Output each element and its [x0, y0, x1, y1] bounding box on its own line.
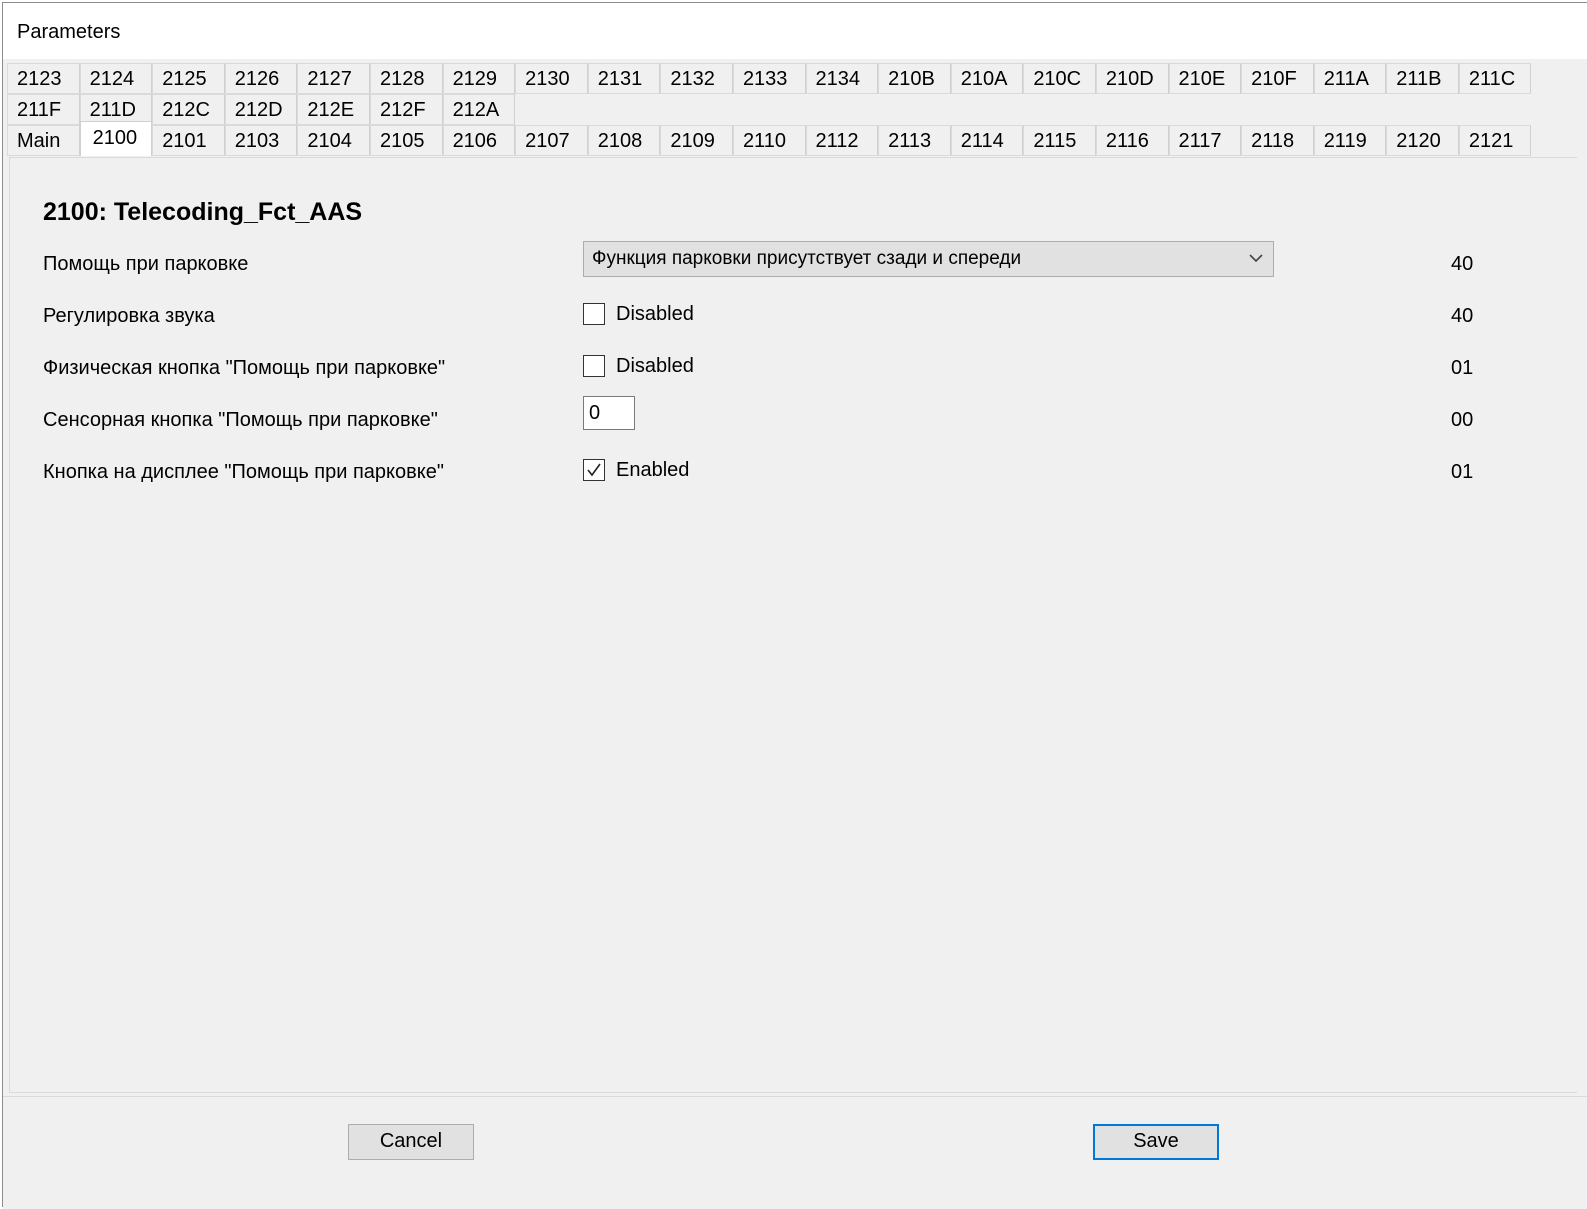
tab-2113[interactable]: 2113 — [878, 125, 951, 156]
checkbox-box[interactable] — [583, 459, 605, 481]
tab-2109[interactable]: 2109 — [660, 125, 733, 156]
tab-2120[interactable]: 2120 — [1386, 125, 1459, 156]
param-code: 01 — [1451, 357, 1474, 379]
tab-row-1: 2123 2124 2125 2126 2127 2128 2129 2130 2131 2132… — [7, 63, 1532, 94]
display-button-checkbox[interactable]: Enabled — [583, 457, 689, 483]
checkbox-label: Disabled — [616, 354, 694, 377]
tab-2123[interactable]: 2123 — [7, 63, 80, 94]
title-bar: Parameters — [3, 3, 1587, 59]
tab-210e[interactable]: 210E — [1168, 63, 1242, 94]
param-code: 40 — [1451, 253, 1474, 275]
tab-210b[interactable]: 210B — [878, 63, 951, 94]
tab-2115[interactable]: 2115 — [1023, 125, 1096, 156]
tab-2101[interactable]: 2101 — [152, 125, 225, 156]
window-title: Parameters — [17, 21, 121, 43]
tab-strip: 2123 2124 2125 2126 2127 2128 2129 2130 2131 2132… — [3, 59, 1587, 159]
tab-210a[interactable]: 210A — [950, 63, 1024, 94]
checkbox-label: Enabled — [616, 458, 690, 481]
tab-2127[interactable]: 2127 — [297, 63, 370, 94]
checkbox-label: Disabled — [616, 302, 694, 325]
checkbox-box[interactable] — [583, 355, 605, 377]
tab-panel: 2100: Telecoding_Fct_AAS Помощь при парк… — [9, 157, 1577, 1093]
tab-210f[interactable]: 210F — [1241, 63, 1314, 94]
tab-212f[interactable]: 212F — [369, 94, 443, 125]
tab-210c[interactable]: 210C — [1023, 63, 1096, 94]
param-row-sound-adjust: Регулировка звука Disabled 40 — [10, 301, 1577, 341]
checkbox-box[interactable] — [583, 303, 605, 325]
tab-212a[interactable]: 212A — [442, 94, 516, 125]
tab-211f[interactable]: 211F — [7, 94, 80, 125]
param-row-parking-assist: Помощь при парковке Функция парковки при… — [10, 241, 1577, 289]
tab-2116[interactable]: 2116 — [1095, 125, 1169, 156]
tab-2121[interactable]: 2121 — [1458, 125, 1532, 156]
tab-2128[interactable]: 2128 — [369, 63, 443, 94]
tab-211c[interactable]: 211C — [1458, 63, 1532, 94]
tab-2114[interactable]: 2114 — [950, 125, 1024, 156]
tab-212c[interactable]: 212C — [152, 94, 225, 125]
tab-2105[interactable]: 2105 — [369, 125, 443, 156]
touch-button-input[interactable]: 0 — [583, 396, 635, 430]
tab-2119[interactable]: 2119 — [1313, 125, 1387, 156]
physical-button-checkbox[interactable]: Disabled — [583, 353, 694, 379]
param-label: Регулировка звука — [43, 305, 215, 327]
parking-assist-dropdown[interactable]: Функция парковки присутствует сзади и сп… — [583, 241, 1274, 277]
tab-2100[interactable]: 2100 — [79, 121, 153, 156]
tab-2124[interactable]: 2124 — [79, 63, 153, 94]
tab-2112[interactable]: 2112 — [805, 125, 879, 156]
tab-main[interactable]: Main — [7, 125, 80, 156]
tab-2103[interactable]: 2103 — [224, 125, 298, 156]
param-label: Сенсорная кнопка "Помощь при парковке" — [43, 409, 438, 431]
checkmark-icon — [587, 463, 601, 477]
dropdown-value: Функция парковки присутствует сзади и сп… — [592, 248, 1022, 269]
param-label: Кнопка на дисплее "Помощь при парковке" — [43, 461, 444, 483]
tab-210d[interactable]: 210D — [1095, 63, 1169, 94]
tab-2110[interactable]: 2110 — [732, 125, 806, 156]
tab-2126[interactable]: 2126 — [224, 63, 298, 94]
button-bar: Cancel Save — [3, 1096, 1587, 1209]
param-row-touch-button: Сенсорная кнопка "Помощь при парковке" 0… — [10, 396, 1577, 445]
param-code: 40 — [1451, 305, 1474, 327]
tab-2132[interactable]: 2132 — [660, 63, 733, 94]
cancel-button[interactable]: Cancel — [348, 1124, 474, 1160]
tab-row-3: Main 2100 2101 2103 2104 2105 2106 2107 2108 2109… — [7, 121, 1532, 156]
tab-212d[interactable]: 212D — [224, 94, 298, 125]
tab-2118[interactable]: 2118 — [1241, 125, 1314, 156]
param-code: 01 — [1451, 461, 1474, 483]
param-row-physical-button: Физическая кнопка "Помощь при парковке" … — [10, 353, 1577, 393]
page-title: 2100: Telecoding_Fct_AAS — [43, 198, 363, 226]
tab-2104[interactable]: 2104 — [297, 125, 370, 156]
tab-2106[interactable]: 2106 — [442, 125, 516, 156]
tab-2117[interactable]: 2117 — [1168, 125, 1242, 156]
tab-212e[interactable]: 212E — [297, 94, 370, 125]
sound-adjust-checkbox[interactable]: Disabled — [583, 301, 694, 327]
tab-2107[interactable]: 2107 — [515, 125, 588, 156]
tab-211b[interactable]: 211B — [1386, 63, 1459, 94]
tab-2133[interactable]: 2133 — [732, 63, 806, 94]
param-code: 00 — [1451, 409, 1474, 431]
save-button[interactable]: Save — [1093, 1124, 1219, 1160]
tab-211a[interactable]: 211A — [1313, 63, 1387, 94]
chevron-down-icon — [1249, 254, 1263, 263]
param-label: Помощь при парковке — [43, 253, 249, 275]
tab-2108[interactable]: 2108 — [587, 125, 661, 156]
param-row-display-button: Кнопка на дисплее "Помощь при парковке" … — [10, 457, 1577, 497]
tab-2131[interactable]: 2131 — [587, 63, 661, 94]
parameters-window: Parameters 2123 2124 2125 2126 2127 2128 2129 2… — [2, 2, 1587, 1209]
tab-2134[interactable]: 2134 — [805, 63, 879, 94]
param-label: Физическая кнопка "Помощь при парковке" — [43, 357, 446, 379]
tab-2129[interactable]: 2129 — [442, 63, 516, 94]
tab-2125[interactable]: 2125 — [152, 63, 225, 94]
tab-2130[interactable]: 2130 — [515, 63, 588, 94]
